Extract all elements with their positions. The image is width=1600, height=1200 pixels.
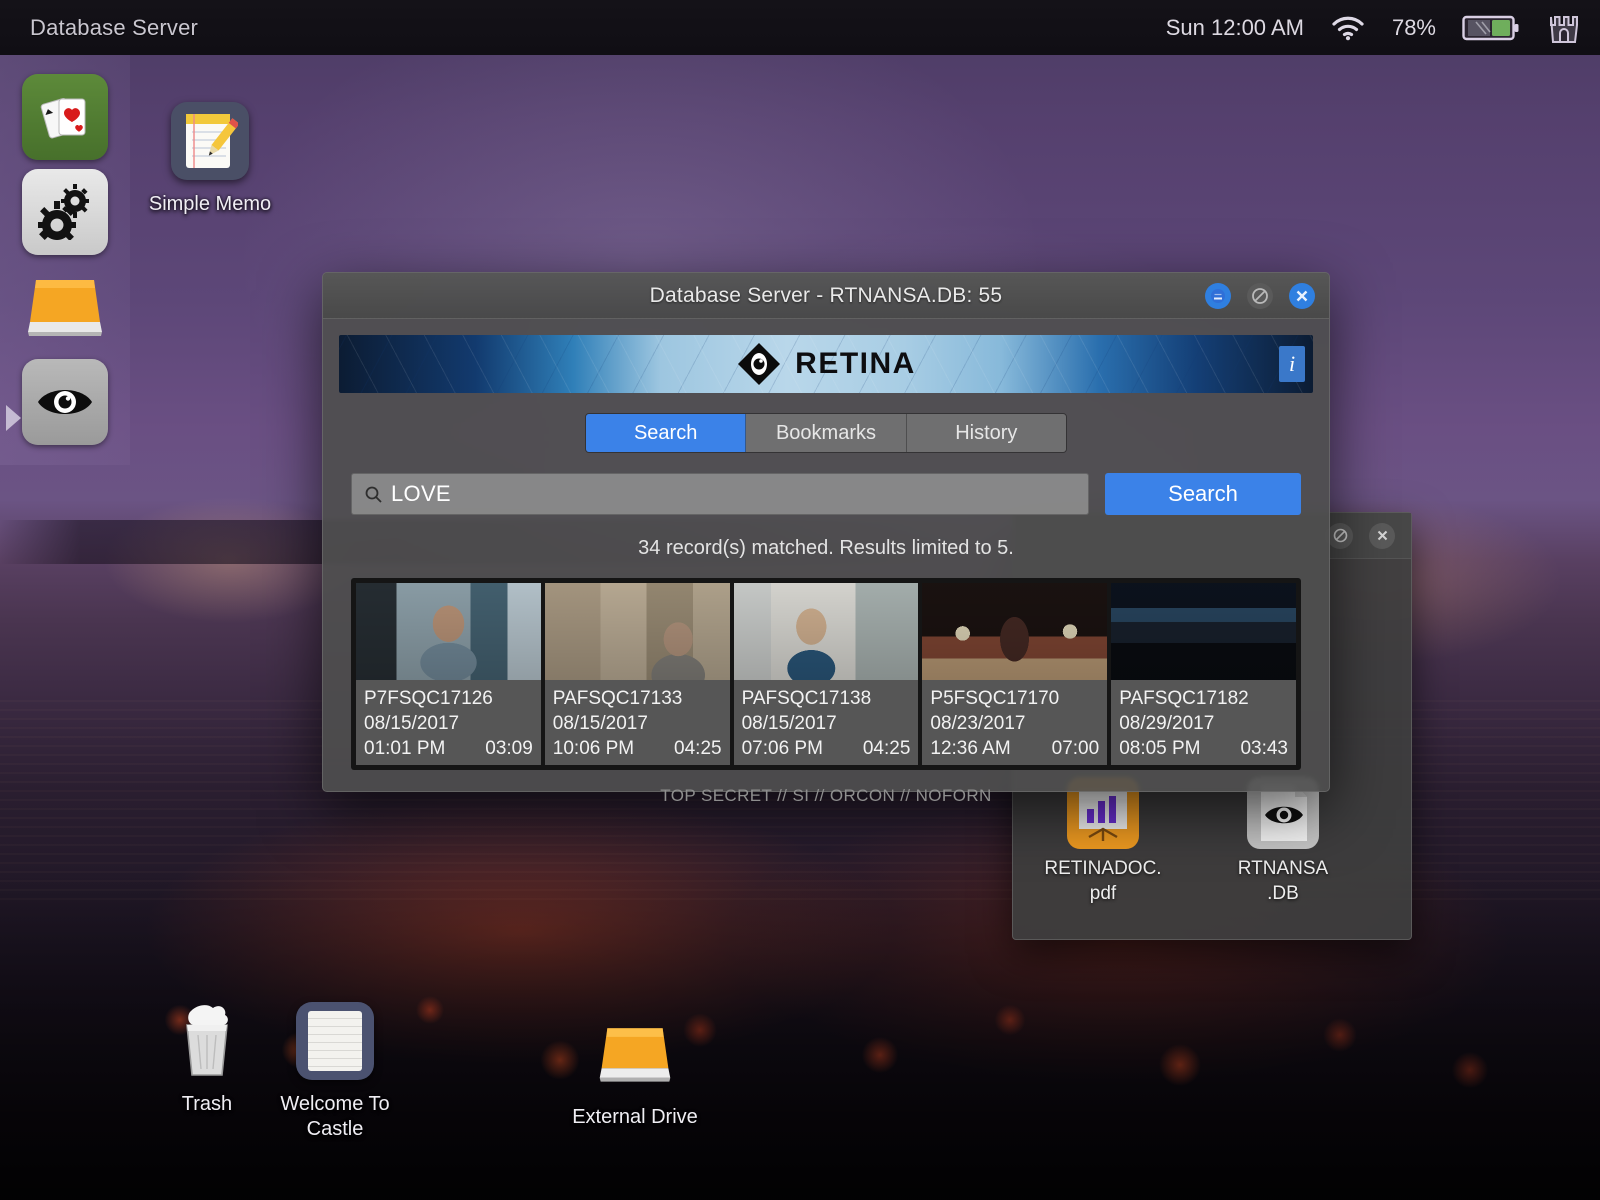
result-date: 08/15/2017 xyxy=(364,713,460,734)
result-id: PAFSQC17182 xyxy=(1119,688,1249,709)
classification-banner: TOP SECRET // SI // ORCON // NOFORN xyxy=(660,786,992,805)
search-row: LOVE Search xyxy=(351,473,1301,515)
dock-item-retina[interactable] xyxy=(22,359,108,445)
dock-item-external-drive[interactable] xyxy=(22,264,108,350)
result-duration: 07:00 xyxy=(1051,738,1100,759)
close-icon[interactable] xyxy=(1289,283,1315,309)
result-thumbnail[interactable] xyxy=(356,583,541,680)
desktop-icon-external-drive[interactable]: External Drive xyxy=(560,1013,710,1130)
tab-bar: Search Bookmarks History xyxy=(585,413,1067,453)
battery-icon[interactable] xyxy=(1462,13,1520,43)
minimize-icon[interactable] xyxy=(1205,283,1231,309)
eye-logo-icon xyxy=(738,343,781,385)
status-bar-tray: Sun 12:00 AM 78% xyxy=(1166,11,1582,45)
tab-history[interactable]: History xyxy=(906,414,1066,452)
result-time: 08:05 PM xyxy=(1119,738,1201,759)
result-time: 01:01 PM xyxy=(364,738,446,759)
window-controls xyxy=(1205,283,1315,309)
desktop-icon-label: External Drive xyxy=(572,1106,698,1128)
dock-item-settings[interactable] xyxy=(22,169,108,255)
window-title: Database Server - RTNANSA.DB: 55 xyxy=(649,283,1003,307)
result-meta: PAFSQC17133 08/15/2017 10:06 PM 04:25 xyxy=(544,680,730,765)
result-id: P7FSQC17126 xyxy=(364,688,493,709)
search-button[interactable]: Search xyxy=(1105,473,1301,515)
desktop-icon-label: Welcome To Castle xyxy=(280,1093,390,1140)
brand-name: RETINA xyxy=(795,347,916,380)
castle-icon[interactable] xyxy=(1546,11,1582,45)
search-input-value: LOVE xyxy=(391,481,451,506)
result-thumbnail[interactable] xyxy=(733,583,919,680)
result-thumbnail[interactable] xyxy=(544,583,730,680)
result-card[interactable]: P5FSQC17170 08/23/2017 12:36 AM 07:00 xyxy=(922,583,1108,765)
file-item-label: RTNANSA .DB xyxy=(1237,858,1329,904)
search-input[interactable]: LOVE xyxy=(351,473,1089,515)
result-card[interactable]: P7FSQC17126 08/15/2017 01:01 PM 03:09 xyxy=(356,583,541,765)
status-bar: Database Server Sun 12:00 AM 78% xyxy=(0,0,1600,55)
result-duration: 03:43 xyxy=(1240,738,1288,759)
battery-percent-label: 78% xyxy=(1391,14,1436,40)
file-item-label: RETINADOC. pdf xyxy=(1044,858,1162,904)
result-duration: 04:25 xyxy=(862,738,911,759)
trash-icon xyxy=(166,1000,248,1082)
result-date: 08/29/2017 xyxy=(1119,713,1215,734)
result-card[interactable]: PAFSQC17182 08/29/2017 08:05 PM 03:43 xyxy=(1111,583,1296,765)
result-thumbnail[interactable] xyxy=(922,583,1108,680)
window-titlebar[interactable]: Database Server - RTNANSA.DB: 55 xyxy=(323,273,1329,319)
result-date: 08/15/2017 xyxy=(552,713,648,734)
info-button[interactable]: i xyxy=(1279,346,1305,382)
search-icon xyxy=(365,486,382,503)
results-strip: P7FSQC17126 08/15/2017 01:01 PM 03:09 PA… xyxy=(351,578,1301,770)
result-date: 08/23/2017 xyxy=(930,713,1026,734)
result-duration: 04:25 xyxy=(674,738,722,759)
result-time: 10:06 PM xyxy=(552,738,635,759)
tab-search[interactable]: Search xyxy=(586,414,747,452)
result-thumbnail[interactable] xyxy=(1111,583,1296,680)
result-id: P5FSQC17170 xyxy=(930,688,1060,709)
tab-bookmarks[interactable]: Bookmarks xyxy=(746,414,907,452)
result-time: 12:36 AM xyxy=(930,738,1011,759)
note-icon xyxy=(294,1000,376,1082)
drive-icon xyxy=(594,1013,676,1095)
result-meta: PAFSQC17138 08/15/2017 07:06 PM 04:25 xyxy=(733,680,919,765)
paper-lines-icon xyxy=(308,1011,362,1071)
retina-window[interactable]: Database Server - RTNANSA.DB: 55 RETINA … xyxy=(322,272,1330,805)
result-meta: PAFSQC17182 08/29/2017 08:05 PM 03:43 xyxy=(1111,680,1296,765)
result-meta: P5FSQC17170 08/23/2017 12:36 AM 07:00 xyxy=(922,680,1108,765)
result-id: PAFSQC17133 xyxy=(552,688,683,709)
result-count-label: 34 record(s) matched. Results limited to… xyxy=(638,537,1014,559)
result-duration: 03:09 xyxy=(485,738,533,759)
brand-lockup: RETINA xyxy=(736,341,916,387)
result-date: 08/15/2017 xyxy=(741,713,837,734)
result-card[interactable]: PAFSQC17138 08/15/2017 07:06 PM 04:25 xyxy=(733,583,919,765)
desktop-icon-welcome-to-castle[interactable]: Welcome To Castle xyxy=(260,1000,410,1142)
status-bar-clock: Sun 12:00 AM xyxy=(1165,14,1304,40)
result-id: PAFSQC17138 xyxy=(741,688,872,709)
app-dock xyxy=(0,55,130,465)
result-meta: P7FSQC17126 08/15/2017 01:01 PM 03:09 xyxy=(356,680,541,765)
wifi-icon[interactable] xyxy=(1330,15,1366,41)
retina-banner: RETINA i xyxy=(339,335,1313,393)
memo-icon xyxy=(169,100,251,182)
desktop-icon-simple-memo[interactable]: Simple Memo xyxy=(135,100,285,217)
status-bar-title: Database Server xyxy=(30,14,199,40)
maximize-icon[interactable] xyxy=(1247,283,1273,309)
dock-item-solitaire[interactable] xyxy=(22,74,108,160)
result-card[interactable]: PAFSQC17133 08/15/2017 10:06 PM 04:25 xyxy=(544,583,730,765)
dock-expand-arrow-icon[interactable] xyxy=(6,405,21,431)
maximize-icon[interactable] xyxy=(1327,522,1353,549)
close-icon[interactable] xyxy=(1369,522,1395,549)
desktop-icon-label: Simple Memo xyxy=(148,193,272,215)
result-time: 07:06 PM xyxy=(741,738,823,759)
